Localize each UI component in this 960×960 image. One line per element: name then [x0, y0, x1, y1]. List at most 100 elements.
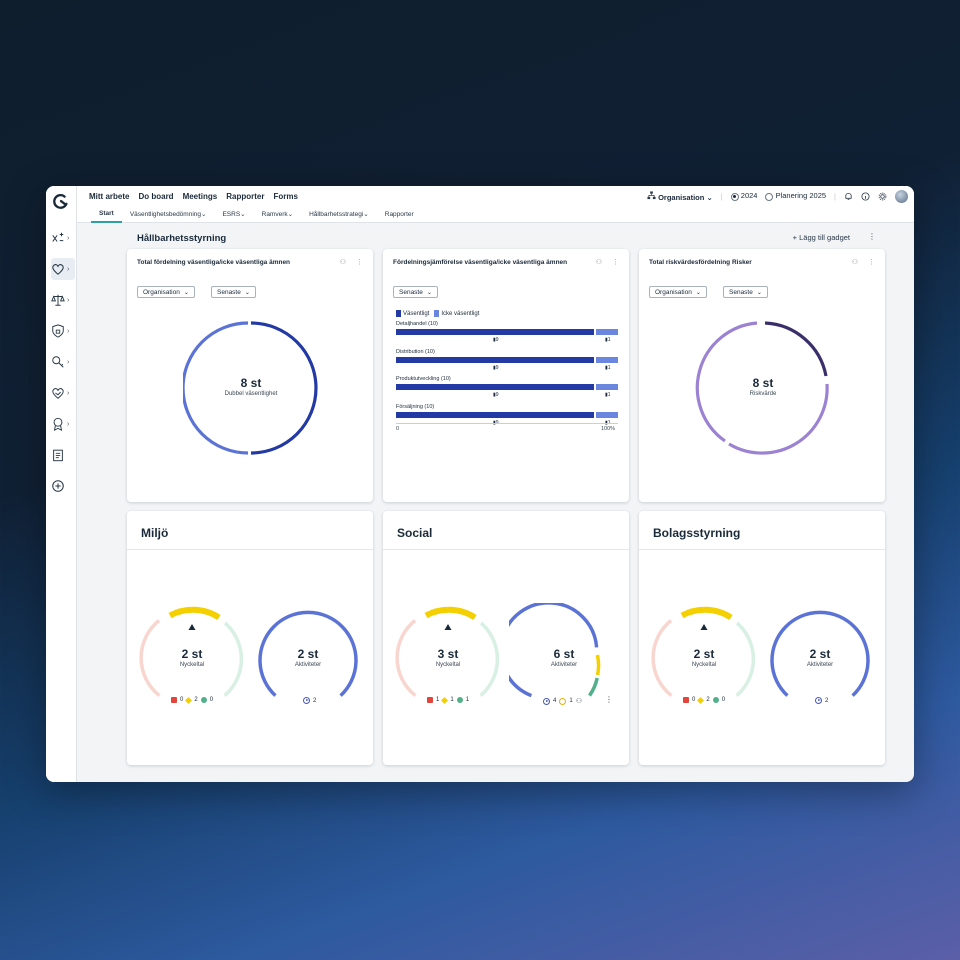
dropdown-value: Senaste	[729, 288, 753, 296]
activities-value: 2 st	[297, 647, 319, 661]
bar-track: ▮9 ▮1	[396, 384, 618, 398]
kpi-label: Nyckeltal	[435, 662, 461, 668]
bar-value-icke: ▮1	[605, 337, 611, 343]
scale-x-icon	[52, 232, 64, 242]
bar-icke-vasentligt[interactable]	[596, 384, 618, 390]
bar-icke-vasentligt[interactable]	[596, 411, 618, 418]
top-navbar: Mitt arbete Do board Meetings Rapporter …	[77, 186, 914, 206]
users-icon[interactable]: ⚇	[596, 258, 602, 266]
senaste-dropdown[interactable]: Senaste ⌄	[211, 286, 256, 298]
app-window: › › › › › › › Mitt arbete Do board Meeti…	[46, 186, 914, 782]
organisation-dropdown[interactable]: Organisation ⌄	[137, 286, 195, 298]
gauge-arc-yellow	[680, 606, 733, 621]
tab-ramverk[interactable]: Ramverk ⌄	[254, 206, 301, 223]
sidebar-item-handshake[interactable]: ›	[51, 382, 75, 404]
bar-track: ▮9 ▮1	[396, 411, 618, 426]
nav-do-board[interactable]: Do board	[138, 192, 173, 201]
tab-esrs[interactable]: ESRS ⌄	[214, 206, 253, 223]
bar-vasentligt[interactable]	[396, 356, 594, 363]
year-radio[interactable]: 2024	[730, 191, 757, 201]
organisation-dropdown[interactable]: Organisation ⌄	[649, 286, 707, 298]
tab-vasentlighetsbedomning[interactable]: Väsentlighetsbedömning ⌄	[122, 206, 215, 223]
users-icon[interactable]: ⚇	[340, 258, 346, 266]
nav-meetings[interactable]: Meetings	[183, 192, 218, 201]
gear-icon[interactable]	[878, 192, 887, 201]
sidebar-item-shield[interactable]: ›	[51, 320, 75, 342]
senaste-dropdown[interactable]: Senaste ⌄	[393, 286, 438, 298]
card-total-distribution: Total fördelning väsentliga/icke väsentl…	[127, 249, 373, 502]
sidebar-item-clipboard[interactable]	[51, 444, 75, 466]
sidebar-item-scale[interactable]: ›	[51, 227, 75, 249]
tab-label: Väsentlighetsbedömning	[129, 210, 202, 218]
kpi-label: Nyckeltal	[179, 662, 205, 668]
tab-rapporter[interactable]: Rapporter	[377, 206, 422, 223]
avatar[interactable]	[895, 189, 908, 203]
heart-icon	[52, 264, 64, 275]
sidebar-item-award[interactable]: ›	[51, 413, 75, 435]
chevron-down-icon: ⌄	[426, 289, 432, 296]
legend-item-icke[interactable]: Icke väsentligt	[434, 310, 479, 317]
kebab-menu-icon[interactable]: ⋮	[356, 258, 363, 266]
legend-item-vasentligt[interactable]: Väsentligt	[396, 310, 429, 317]
bar-icke-vasentligt[interactable]	[596, 356, 618, 363]
bar-vasentligt[interactable]	[396, 411, 594, 418]
bar-icke-vasentligt[interactable]	[596, 329, 618, 335]
activities-status-counts: 4 1 ⚇	[543, 697, 582, 705]
bell-icon[interactable]	[844, 192, 853, 201]
kpi-status-counts: 020	[171, 696, 213, 704]
chevron-down-icon: ⌄	[240, 211, 246, 218]
key-icon	[52, 356, 64, 368]
chevron-right-icon: ›	[67, 296, 70, 304]
donut-caption: Dubbel väsentlighet	[224, 391, 278, 397]
planning-label: Planering 2025	[775, 191, 827, 201]
gauge-pointer-icon	[188, 624, 196, 630]
red-status-icon	[427, 697, 433, 703]
bar-vasentligt[interactable]	[396, 384, 594, 390]
users-icon[interactable]: ⚇	[852, 258, 858, 266]
legend-swatch	[434, 310, 440, 317]
category-card: Miljö 2 st Nyckeltal 0 2 0 2 st Aktiviteter 2	[127, 511, 373, 765]
add-gadget-button[interactable]: + Lägg till gadget	[793, 233, 850, 242]
sidebar-item-heart[interactable]: ›	[51, 258, 75, 280]
bar-value-icke: ▮1	[605, 364, 611, 371]
radio-selected-icon	[730, 192, 739, 201]
red-status-icon	[683, 697, 689, 703]
kebab-menu-icon[interactable]: ⋮	[605, 695, 613, 704]
planning-radio[interactable]: Planering 2025	[765, 191, 827, 201]
tab-start[interactable]: Start	[91, 206, 122, 223]
sidebar-item-add[interactable]	[51, 475, 75, 497]
chart-legend: Väsentligt Icke väsentligt	[396, 310, 479, 317]
info-icon[interactable]	[861, 191, 870, 201]
play-icon	[543, 697, 550, 705]
nav-rapporter[interactable]: Rapporter	[226, 192, 264, 201]
tab-hallbarhetsstrategi[interactable]: Hållbarhetsstrategi ⌄	[301, 206, 377, 223]
app-logo-icon[interactable]	[52, 193, 70, 211]
award-icon	[53, 417, 63, 431]
kebab-menu-icon[interactable]: ⋮	[868, 258, 875, 266]
bar-vasentligt[interactable]	[396, 329, 594, 335]
yellow-status-icon	[441, 696, 449, 704]
tab-label: ESRS	[222, 210, 241, 218]
dropdown-value: Senaste	[217, 288, 241, 296]
balance-icon	[51, 294, 65, 306]
organisation-selector[interactable]: Organisation ⌄	[647, 190, 713, 202]
nav-forms[interactable]: Forms	[273, 192, 297, 201]
tab-label: Hållbarhetsstrategi	[309, 210, 364, 218]
activities-center: 2 st Aktiviteter	[253, 647, 363, 668]
page-menu-icon[interactable]: ⋮	[868, 232, 876, 241]
chevron-right-icon: ›	[67, 358, 70, 366]
activities-label: Aktiviteter	[550, 662, 578, 668]
donut-center: 8 st Riskvärde	[703, 376, 823, 397]
card-distribution-comparison: Fördelningsjämförelse väsentliga/icke vä…	[383, 249, 629, 502]
chevron-down-icon: ⌄	[706, 192, 713, 202]
bar-row: Försäljning (10) ▮9 ▮1	[396, 404, 618, 426]
green-status-icon	[200, 697, 207, 703]
chevron-down-icon: ⌄	[201, 211, 207, 218]
bar-value-vasentligt: ▮9	[493, 392, 499, 398]
nav-mitt-arbete[interactable]: Mitt arbete	[89, 192, 129, 201]
donut-caption: Riskvärde	[749, 391, 777, 397]
senaste-dropdown[interactable]: Senaste ⌄	[723, 286, 768, 298]
sidebar-item-balance[interactable]: ›	[51, 289, 75, 311]
kebab-menu-icon[interactable]: ⋮	[612, 258, 619, 266]
sidebar-item-key[interactable]: ›	[51, 351, 75, 373]
